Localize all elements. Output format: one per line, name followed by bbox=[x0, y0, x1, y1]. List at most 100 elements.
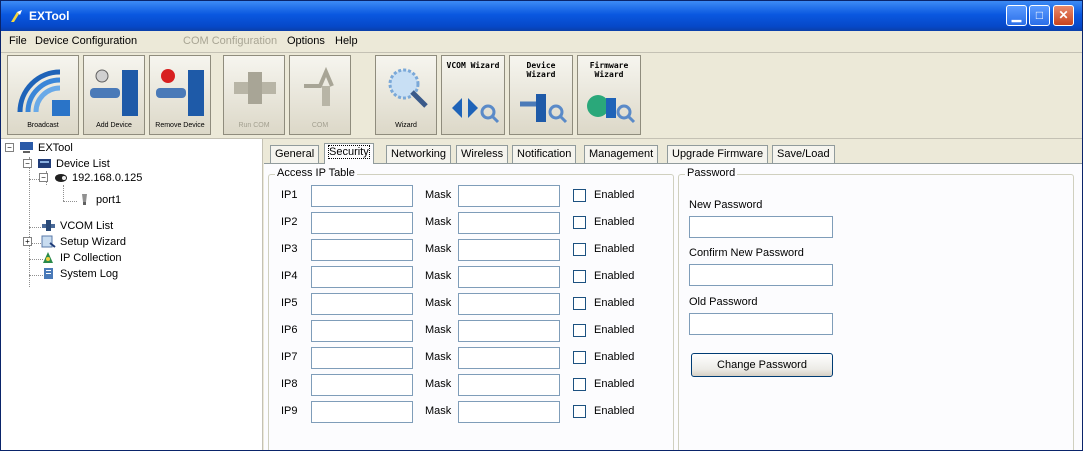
enabled-checkbox[interactable] bbox=[573, 189, 586, 202]
mask-input[interactable] bbox=[458, 239, 560, 261]
system-log-icon bbox=[44, 268, 53, 279]
tab-notification[interactable]: Notification bbox=[512, 145, 577, 163]
tree-item-vcom-list[interactable]: VCOM List bbox=[41, 219, 161, 233]
access-ip-table-title: Access IP Table bbox=[275, 167, 357, 179]
tree-item-port[interactable]: port1 bbox=[77, 193, 177, 207]
tree-item-setup-wizard[interactable]: + Setup Wizard bbox=[23, 235, 163, 249]
device-icon bbox=[55, 174, 67, 182]
ip-input[interactable] bbox=[311, 293, 413, 315]
add-device-button[interactable]: Add Device bbox=[83, 55, 145, 135]
tree-item-device[interactable]: − 192.168.0.125 bbox=[39, 171, 199, 185]
tab-general[interactable]: General bbox=[270, 145, 320, 163]
tab-security[interactable]: Security bbox=[324, 143, 374, 164]
menu-options[interactable]: Options bbox=[287, 35, 325, 47]
tab-label: Management bbox=[589, 148, 654, 160]
ip-collection-icon bbox=[43, 252, 53, 263]
tree-label: IP Collection bbox=[60, 252, 122, 264]
enabled-checkbox[interactable] bbox=[573, 405, 586, 418]
ip-input[interactable] bbox=[311, 347, 413, 369]
broadcast-button[interactable]: Broadcast bbox=[7, 55, 79, 135]
maximize-button[interactable]: □ bbox=[1029, 5, 1050, 26]
enabled-checkbox[interactable] bbox=[573, 378, 586, 391]
mask-label: Mask bbox=[425, 243, 452, 255]
ip-input[interactable] bbox=[311, 212, 413, 234]
content-area: General Security Networking Wireless Not… bbox=[264, 139, 1082, 450]
ip-input[interactable] bbox=[311, 401, 413, 423]
security-panel: Access IP Table IP1 Mask Enabled IP2 Mas… bbox=[264, 163, 1082, 450]
com-button[interactable]: COM bbox=[289, 55, 351, 135]
mask-input[interactable] bbox=[458, 401, 560, 423]
tab-label: Wireless bbox=[461, 148, 504, 160]
menu-com-configuration[interactable]: COM Configuration bbox=[183, 35, 277, 47]
mask-label: Mask bbox=[425, 378, 452, 390]
collapse-icon[interactable]: − bbox=[5, 143, 14, 152]
broadcast-icon bbox=[17, 69, 70, 116]
tree-item-system-log[interactable]: System Log bbox=[41, 267, 171, 281]
mask-input[interactable] bbox=[458, 374, 560, 396]
collapse-icon[interactable]: − bbox=[39, 173, 48, 182]
enabled-checkbox[interactable] bbox=[573, 216, 586, 229]
ip-input[interactable] bbox=[311, 185, 413, 207]
tree-line bbox=[63, 201, 77, 202]
enabled-checkbox[interactable] bbox=[573, 351, 586, 364]
run-com-button[interactable]: Run COM bbox=[223, 55, 285, 135]
app-window: EXTool ▁ □ ✕ File Device Configuration C… bbox=[0, 0, 1083, 451]
tree-item-device-list[interactable]: − Device List bbox=[23, 157, 163, 171]
new-password-input[interactable] bbox=[689, 216, 833, 238]
remove-device-button[interactable]: Remove Device bbox=[149, 55, 211, 135]
expand-icon[interactable]: + bbox=[23, 237, 32, 246]
wizard-button[interactable]: Wizard bbox=[375, 55, 437, 135]
access-ip-table-group: Access IP Table IP1 Mask Enabled IP2 Mas… bbox=[268, 167, 674, 450]
mask-input[interactable] bbox=[458, 212, 560, 234]
tab-upgrade-firmware[interactable]: Upgrade Firmware bbox=[667, 145, 769, 163]
ip-label: IP7 bbox=[281, 351, 298, 363]
ip-label: IP9 bbox=[281, 405, 298, 417]
vcom-wizard-button[interactable]: VCOM Wizard bbox=[441, 55, 505, 135]
antenna-icon bbox=[304, 66, 334, 106]
title-bar[interactable]: EXTool ▁ □ ✕ bbox=[1, 1, 1082, 31]
menu-device-configuration[interactable]: Device Configuration bbox=[35, 35, 137, 47]
enabled-checkbox[interactable] bbox=[573, 324, 586, 337]
tab-management[interactable]: Management bbox=[584, 145, 659, 163]
old-password-label: Old Password bbox=[689, 296, 758, 308]
mask-input[interactable] bbox=[458, 347, 560, 369]
device-list-icon bbox=[38, 159, 51, 168]
ip-input[interactable] bbox=[311, 374, 413, 396]
tab-networking[interactable]: Networking bbox=[386, 145, 452, 163]
close-button[interactable]: ✕ bbox=[1053, 5, 1074, 26]
minimize-button[interactable]: ▁ bbox=[1006, 5, 1027, 26]
mask-input[interactable] bbox=[458, 320, 560, 342]
navigation-tree: − EXTool − Device List − 192.168.0.125 p… bbox=[1, 139, 263, 450]
menu-help[interactable]: Help bbox=[335, 35, 358, 47]
collapse-icon[interactable]: − bbox=[23, 159, 32, 168]
password-title: Password bbox=[685, 167, 738, 179]
mask-input[interactable] bbox=[458, 266, 560, 288]
mask-input[interactable] bbox=[458, 293, 560, 315]
ip-label: IP3 bbox=[281, 243, 298, 255]
wizard-icon bbox=[388, 68, 428, 108]
tree-item-ip-collection[interactable]: IP Collection bbox=[41, 251, 171, 265]
tab-save-load[interactable]: Save/Load bbox=[772, 145, 835, 163]
ip-input[interactable] bbox=[311, 239, 413, 261]
enabled-checkbox[interactable] bbox=[573, 243, 586, 256]
tab-label: General bbox=[275, 148, 315, 160]
ip-row: IP7 Mask Enabled bbox=[269, 347, 689, 369]
tree-item-extool[interactable]: − EXTool bbox=[5, 141, 125, 155]
mask-input[interactable] bbox=[458, 185, 560, 207]
confirm-password-input[interactable] bbox=[689, 264, 833, 286]
change-password-button[interactable]: Change Password bbox=[691, 353, 833, 377]
broadcast-label: Broadcast bbox=[27, 122, 59, 129]
firmware-wizard-button[interactable]: Firmware Wizard bbox=[577, 55, 641, 135]
firmware-wizard-icon bbox=[587, 95, 636, 124]
ip-input[interactable] bbox=[311, 266, 413, 288]
enabled-checkbox[interactable] bbox=[573, 297, 586, 310]
plug-icon bbox=[234, 72, 276, 104]
device-wizard-button[interactable]: Device Wizard bbox=[509, 55, 573, 135]
old-password-input[interactable] bbox=[689, 313, 833, 335]
ip-input[interactable] bbox=[311, 320, 413, 342]
toolbar: Broadcast Add Device Remove Device Run C… bbox=[1, 53, 1082, 139]
ip-row: IP6 Mask Enabled bbox=[269, 320, 689, 342]
enabled-checkbox[interactable] bbox=[573, 270, 586, 283]
tab-wireless[interactable]: Wireless bbox=[456, 145, 509, 163]
menu-file[interactable]: File bbox=[9, 35, 27, 47]
